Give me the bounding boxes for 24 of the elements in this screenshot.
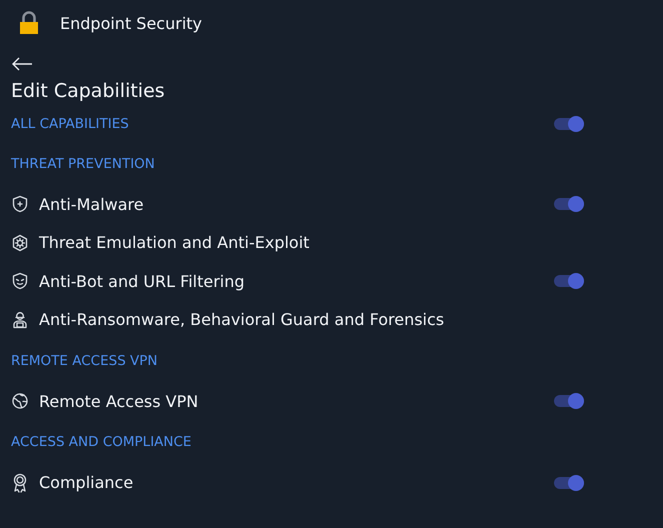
capability-label: Anti-Ransomware, Behavioral Guard and Forensics	[39, 310, 446, 330]
section-heading: THREAT PREVENTION	[11, 156, 155, 172]
section-heading: ALL CAPABILITIES	[11, 116, 129, 132]
capability-label: Threat Emulation and Anti-Exploit	[39, 233, 310, 252]
toggle-switch[interactable]	[554, 275, 584, 288]
gear-icon	[11, 234, 29, 252]
page-title: Edit Capabilities	[11, 80, 166, 102]
section-heading: ACCESS AND COMPLIANCE	[11, 434, 192, 450]
capability-label: Remote Access VPN	[39, 392, 200, 411]
globe-icon	[11, 392, 29, 410]
toggle-switch[interactable]	[554, 476, 584, 489]
shield-icon	[11, 195, 29, 214]
toggle-switch[interactable]	[554, 118, 584, 130]
section-heading: REMOTE ACCESS VPN	[11, 352, 158, 368]
capability-label: Anti-Bot and URL Filtering	[39, 272, 246, 291]
toggle-switch[interactable]	[554, 198, 584, 210]
award-icon	[11, 472, 29, 493]
app-title: Endpoint Security	[60, 14, 202, 32]
lock-icon	[18, 11, 40, 35]
toggle-switch[interactable]	[554, 395, 584, 408]
shield-face-icon	[11, 272, 29, 290]
capability-label: Compliance	[39, 473, 134, 492]
person-laptop-icon	[11, 310, 29, 329]
capability-label: Anti-Malware	[39, 194, 145, 214]
